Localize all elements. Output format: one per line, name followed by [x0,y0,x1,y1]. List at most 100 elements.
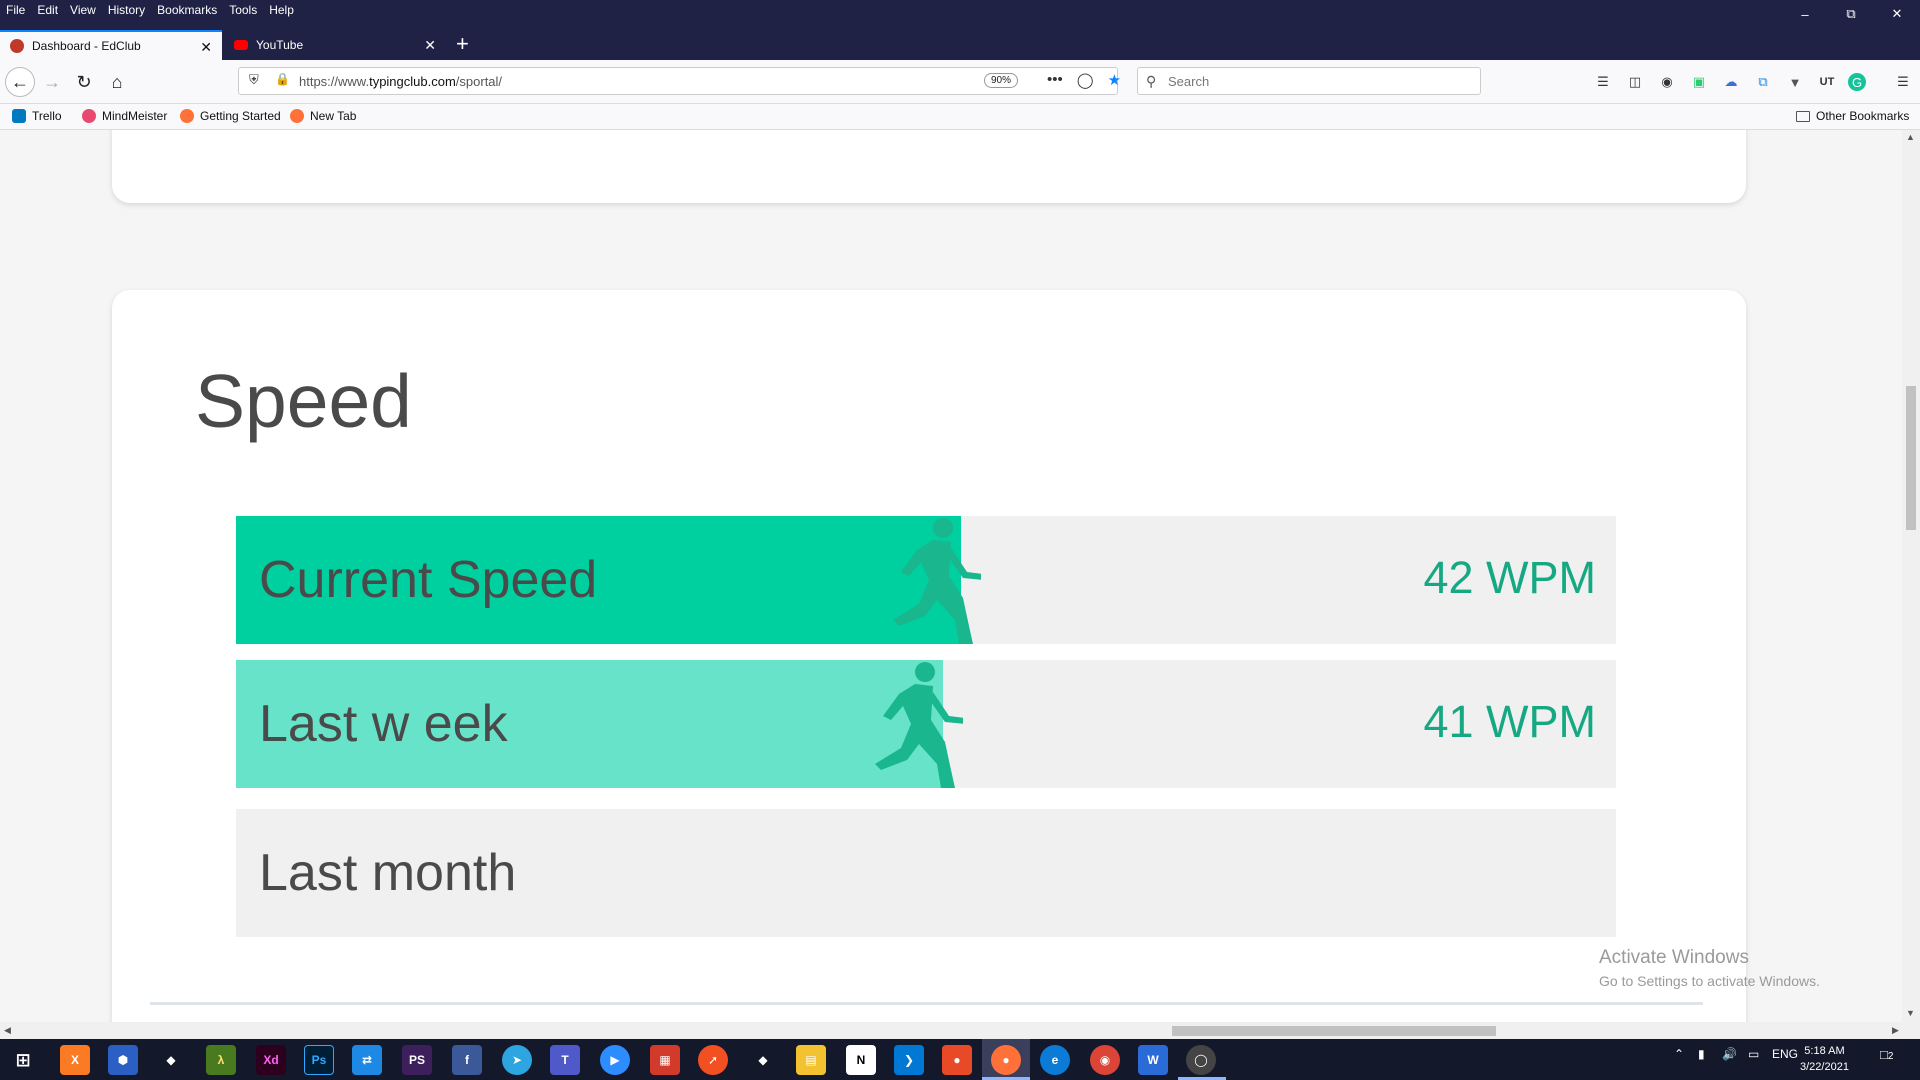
bookmark-new-tab[interactable]: New Tab [290,109,356,123]
vscode-icon[interactable]: ❯ [894,1045,924,1075]
menu-bar: File Edit View History Bookmarks Tools H… [0,0,306,20]
firefox-taskbar-icon[interactable]: ● [991,1045,1021,1075]
notifications-icon[interactable]: □2 [1880,1047,1893,1062]
menu-bookmarks[interactable]: Bookmarks [157,3,217,17]
url-text[interactable]: https://www.typingclub.com/sportal/ [299,74,502,89]
bookmark-label: New Tab [310,109,357,123]
close-window-icon[interactable]: ✕ [1874,0,1920,28]
zoom-icon[interactable]: ▶ [600,1045,630,1075]
library-icon[interactable]: ☰ [1592,71,1614,93]
pocket-icon[interactable]: ◯ [1077,71,1094,89]
git-icon[interactable]: ◆ [156,1045,186,1075]
bookmark-label: Getting Started [200,109,281,123]
grammarly-icon[interactable]: G [1848,73,1866,91]
telegram-icon[interactable]: ➤ [502,1045,532,1075]
media-player-icon[interactable]: ◯ [1186,1045,1216,1075]
scroll-up-icon[interactable]: ▲ [1906,132,1915,142]
url-bar[interactable]: ⛨ 🔒 https://www.typingclub.com/sportal/ … [238,67,1121,95]
edge-icon[interactable]: e [1040,1045,1070,1075]
firefox-icon [290,109,304,123]
reload-icon[interactable]: ↻ [72,70,96,94]
menu-edit[interactable]: Edit [37,3,58,17]
network-icon[interactable]: ▭ [1748,1047,1759,1061]
new-tab-icon[interactable]: + [456,32,469,56]
teams-icon[interactable]: T [550,1045,580,1075]
extension-cloud-icon[interactable]: ☁ [1720,71,1742,93]
account-icon[interactable]: ◉ [1656,71,1678,93]
menu-hamburger-icon[interactable]: ☰ [1892,71,1914,93]
firefox-icon [180,109,194,123]
tab-close-icon[interactable]: ✕ [200,39,212,56]
extension-copy-icon[interactable]: ⧉ [1752,71,1774,93]
app-hex-icon[interactable]: ⬢ [108,1045,138,1075]
vertical-scroll-thumb[interactable] [1906,386,1916,530]
runner-icon [892,518,981,644]
file-explorer-icon[interactable]: ▤ [796,1045,826,1075]
youtube-favicon-icon [234,40,248,50]
speed-row-label: Current Speed [259,551,598,609]
horizontal-scroll-thumb[interactable] [1172,1026,1496,1036]
scroll-left-icon[interactable]: ◀ [4,1025,11,1036]
other-bookmarks[interactable]: Other Bookmarks [1796,109,1909,123]
bookmark-label: MindMeister [102,109,168,123]
extension-ut-icon[interactable]: UT [1816,71,1838,93]
snagit-icon[interactable]: ● [942,1045,972,1075]
tab-dashboard-edclub[interactable]: Dashboard - EdClub ✕ [0,30,222,60]
git-kraken-icon[interactable]: ◆ [748,1045,778,1075]
language-indicator[interactable]: ENG [1772,1047,1798,1061]
extension-v-icon[interactable]: ▼ [1784,71,1806,93]
page-actions-icon[interactable]: ••• [1047,71,1063,89]
volume-icon[interactable]: 🔊 [1722,1047,1737,1061]
sidebar-icon[interactable]: ◫ [1624,71,1646,93]
vertical-scrollbar[interactable]: ▲ ▼ [1902,130,1920,1022]
menu-file[interactable]: File [6,3,25,17]
chrome-icon[interactable]: ◉ [1090,1045,1120,1075]
bookmark-trello[interactable]: Trello [12,109,62,123]
menu-tools[interactable]: Tools [229,3,257,17]
scroll-right-icon[interactable]: ▶ [1892,1025,1899,1036]
phpstorm-icon[interactable]: PS [402,1045,432,1075]
bookmark-star-icon[interactable]: ★ [1108,71,1121,89]
office-icon[interactable]: ▦ [650,1045,680,1075]
minimize-icon[interactable]: – [1782,0,1828,28]
battery-icon[interactable]: ▮ [1698,1047,1705,1061]
tray-chevron-icon[interactable]: ⌃ [1674,1047,1684,1061]
lock-icon[interactable]: 🔒 [275,72,290,86]
windows-start-icon[interactable]: ⊞ [8,1045,38,1075]
notion-icon[interactable]: N [846,1045,876,1075]
tab-title: Dashboard - EdClub [32,39,141,53]
lambda-icon[interactable]: λ [206,1045,236,1075]
forward-icon[interactable]: → [40,70,64,94]
share-app-icon[interactable]: ⇄ [352,1045,382,1075]
speed-row-last-month: Last month [236,809,1616,937]
home-icon[interactable]: ⌂ [105,70,129,94]
search-placeholder: Search [1168,73,1210,89]
adobe-xd-icon[interactable]: Xd [256,1045,286,1075]
tab-youtube[interactable]: YouTube ✕ [224,30,446,60]
facebook-icon[interactable]: f [452,1045,482,1075]
photoshop-icon[interactable]: Ps [304,1045,334,1075]
back-icon[interactable]: ← [5,67,35,97]
xampp-icon[interactable]: X [60,1045,90,1075]
watermark-subtitle: Go to Settings to activate Windows. [1599,973,1820,989]
scroll-down-icon[interactable]: ▼ [1906,1008,1915,1018]
menu-view[interactable]: View [70,3,96,17]
windows-taskbar: ⊞ X ⬢ ◆ λ Xd Ps ⇄ PS f ➤ T ▶ ▦ ➚ ◆ ▤ N ❯… [0,1039,1920,1080]
watermark-title: Activate Windows [1599,947,1749,968]
search-input[interactable]: ⚲ Search [1137,67,1481,95]
zoom-level[interactable]: 90% [984,73,1019,88]
system-clock[interactable]: 5:18 AM 3/22/2021 [1800,1043,1849,1075]
tab-close-icon[interactable]: ✕ [424,37,436,54]
edclub-favicon-icon [10,39,24,53]
postman-icon[interactable]: ➚ [698,1045,728,1075]
restore-icon[interactable]: ⧉ [1828,0,1874,28]
menu-history[interactable]: History [108,3,145,17]
menu-help[interactable]: Help [269,3,294,17]
wps-writer-icon[interactable]: W [1138,1045,1168,1075]
shield-icon[interactable]: ⛨ [249,72,259,88]
bookmark-getting-started[interactable]: Getting Started [180,109,281,123]
speed-title: Speed [195,359,412,443]
horizontal-scrollbar[interactable]: ◀ ▶ [0,1022,1920,1039]
extension-green-icon[interactable]: ▣ [1688,71,1710,93]
bookmark-mindmeister[interactable]: MindMeister [82,109,167,123]
